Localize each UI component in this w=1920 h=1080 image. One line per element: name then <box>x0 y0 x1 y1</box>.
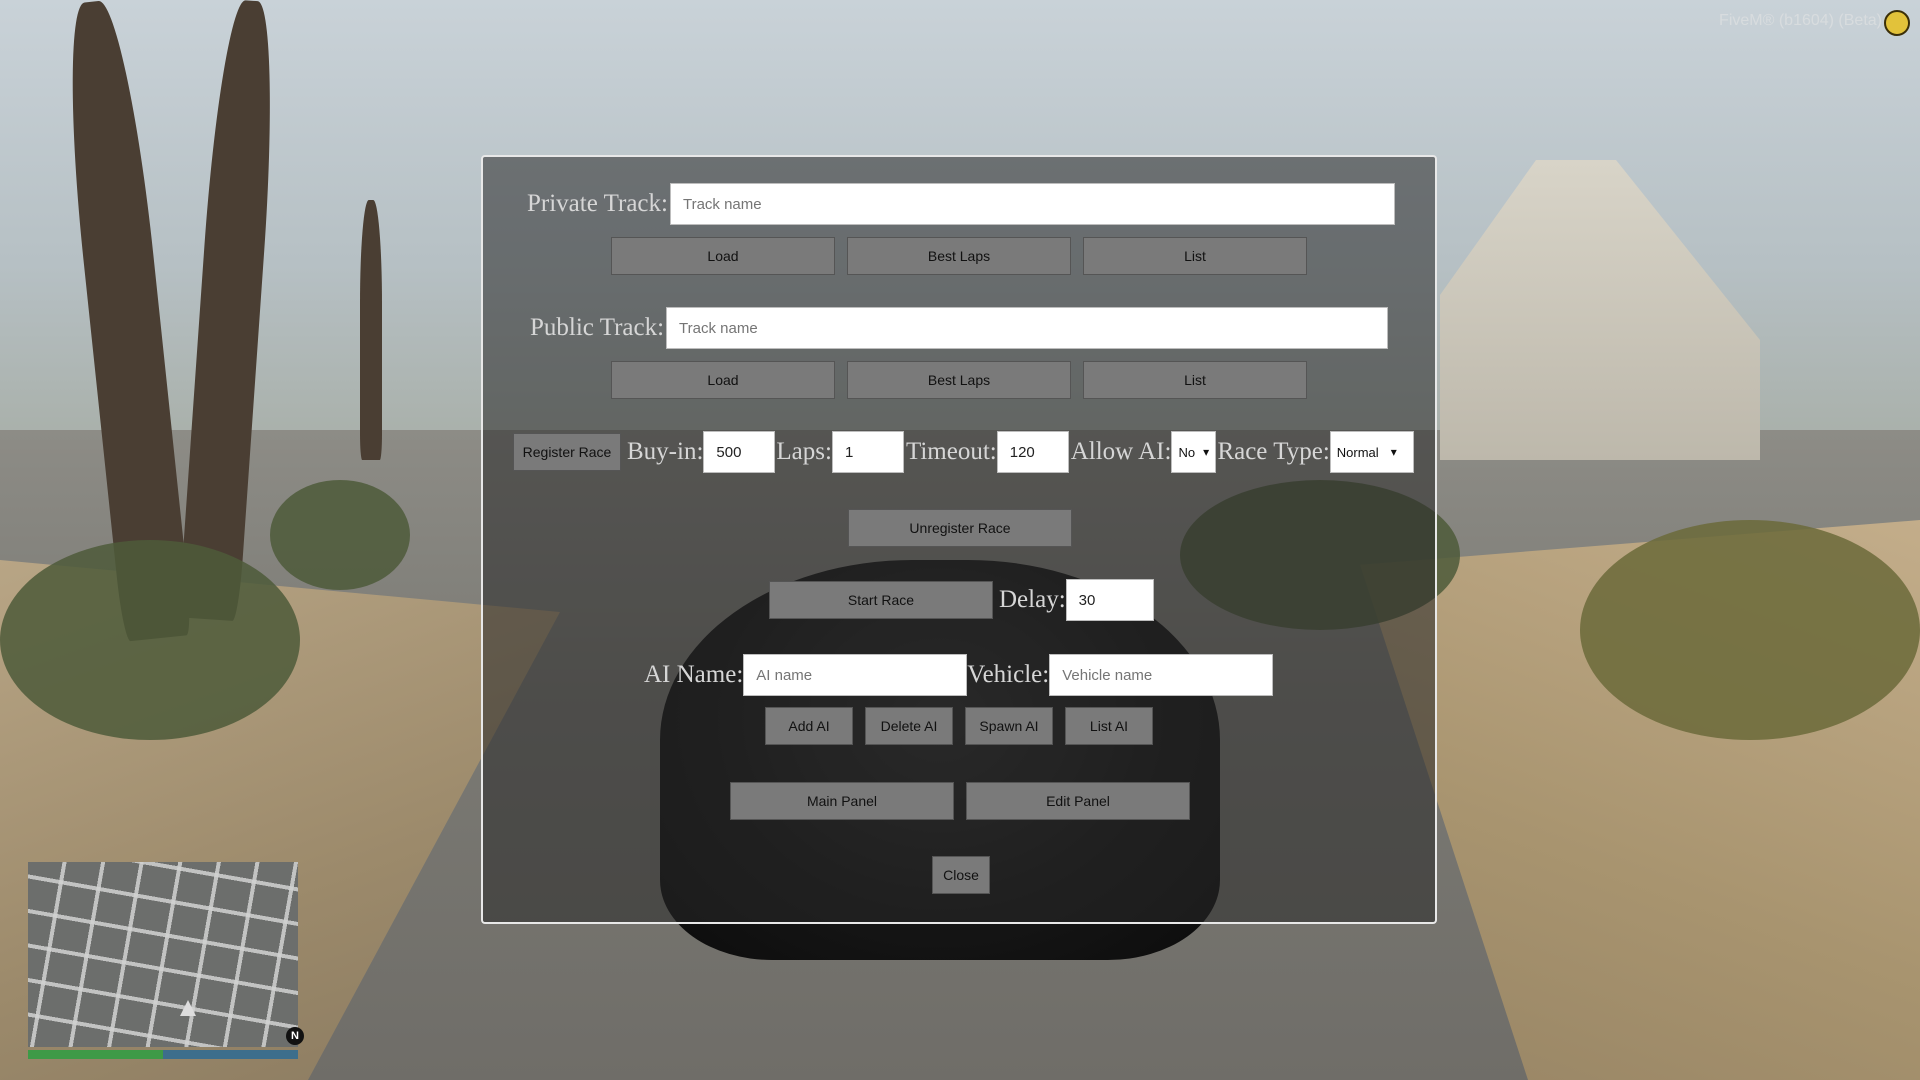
vehicle-label: Vehicle: <box>967 661 1050 688</box>
edit-panel-button[interactable]: Edit Panel <box>966 782 1190 820</box>
laps-label: Laps: <box>776 438 832 465</box>
palm-trunk <box>360 200 382 460</box>
delete-ai-button[interactable]: Delete AI <box>865 707 953 745</box>
armor-bar <box>163 1050 298 1059</box>
private-track-row: Private Track: <box>483 183 1435 225</box>
ai-row: AI Name: Vehicle: <box>483 654 1435 696</box>
minimap-streets <box>28 862 298 1047</box>
minimap <box>28 862 298 1047</box>
ai-name-label: AI Name: <box>644 661 744 688</box>
start-race-button[interactable]: Start Race <box>769 581 993 619</box>
unregister-row: Unregister Race <box>483 509 1435 547</box>
register-race-button[interactable]: Register Race <box>513 433 621 471</box>
buyin-label: Buy-in: <box>627 438 704 465</box>
panel-nav-row: Main Panel Edit Panel <box>483 782 1435 820</box>
status-bars <box>28 1050 298 1059</box>
register-race-row: Register Race Buy-in: Laps: Timeout: All… <box>483 431 1435 473</box>
chevron-down-icon: ▾ <box>1390 445 1397 459</box>
unregister-race-button[interactable]: Unregister Race <box>848 509 1072 547</box>
list-ai-button[interactable]: List AI <box>1065 707 1153 745</box>
health-bar <box>28 1050 163 1059</box>
vehicle-input[interactable] <box>1049 654 1274 696</box>
delay-label: Delay: <box>999 586 1066 613</box>
race-panel: Private Track: Load Best Laps List Publi… <box>481 155 1437 924</box>
spawn-ai-button[interactable]: Spawn AI <box>965 707 1053 745</box>
laps-input[interactable] <box>831 431 904 473</box>
delay-input[interactable] <box>1065 579 1154 621</box>
start-race-row: Start Race Delay: <box>483 579 1435 621</box>
public-load-button[interactable]: Load <box>611 361 835 399</box>
private-list-button[interactable]: List <box>1083 237 1307 275</box>
fivem-logo-icon <box>1884 10 1910 36</box>
buyin-input[interactable] <box>703 431 776 473</box>
chevron-down-icon: ▾ <box>1203 445 1210 459</box>
race-type-label: Race Type: <box>1217 438 1330 465</box>
public-list-button[interactable]: List <box>1083 361 1307 399</box>
public-track-row: Public Track: <box>483 307 1435 349</box>
ai-buttons: Add AI Delete AI Spawn AI List AI <box>483 707 1435 745</box>
race-type-select[interactable]: Normal ▾ <box>1329 431 1414 473</box>
public-track-input[interactable] <box>666 307 1389 349</box>
bush <box>270 480 410 590</box>
public-track-label: Public Track: <box>530 314 665 341</box>
fivem-version-label: FiveM® (b1604) (Beta) <box>1719 12 1882 29</box>
timeout-input[interactable] <box>996 431 1069 473</box>
private-track-buttons: Load Best Laps List <box>483 237 1435 275</box>
compass-north-icon: N <box>286 1027 304 1045</box>
race-type-value: Normal <box>1336 444 1379 460</box>
private-track-label: Private Track: <box>527 190 668 217</box>
private-track-input[interactable] <box>669 183 1395 225</box>
bush <box>0 540 300 740</box>
ai-name-input[interactable] <box>743 654 968 696</box>
allow-ai-label: Allow AI: <box>1070 438 1172 465</box>
add-ai-button[interactable]: Add AI <box>765 707 853 745</box>
allow-ai-select[interactable]: No ▾ <box>1171 431 1217 473</box>
public-track-buttons: Load Best Laps List <box>483 361 1435 399</box>
close-button[interactable]: Close <box>932 856 990 894</box>
player-arrow-icon <box>180 1000 196 1016</box>
timeout-label: Timeout: <box>905 438 997 465</box>
close-row: Close <box>483 856 1435 894</box>
main-panel-button[interactable]: Main Panel <box>730 782 954 820</box>
public-best-laps-button[interactable]: Best Laps <box>847 361 1071 399</box>
allow-ai-value: No <box>1178 444 1196 460</box>
private-load-button[interactable]: Load <box>611 237 835 275</box>
bush <box>1580 520 1920 740</box>
private-best-laps-button[interactable]: Best Laps <box>847 237 1071 275</box>
